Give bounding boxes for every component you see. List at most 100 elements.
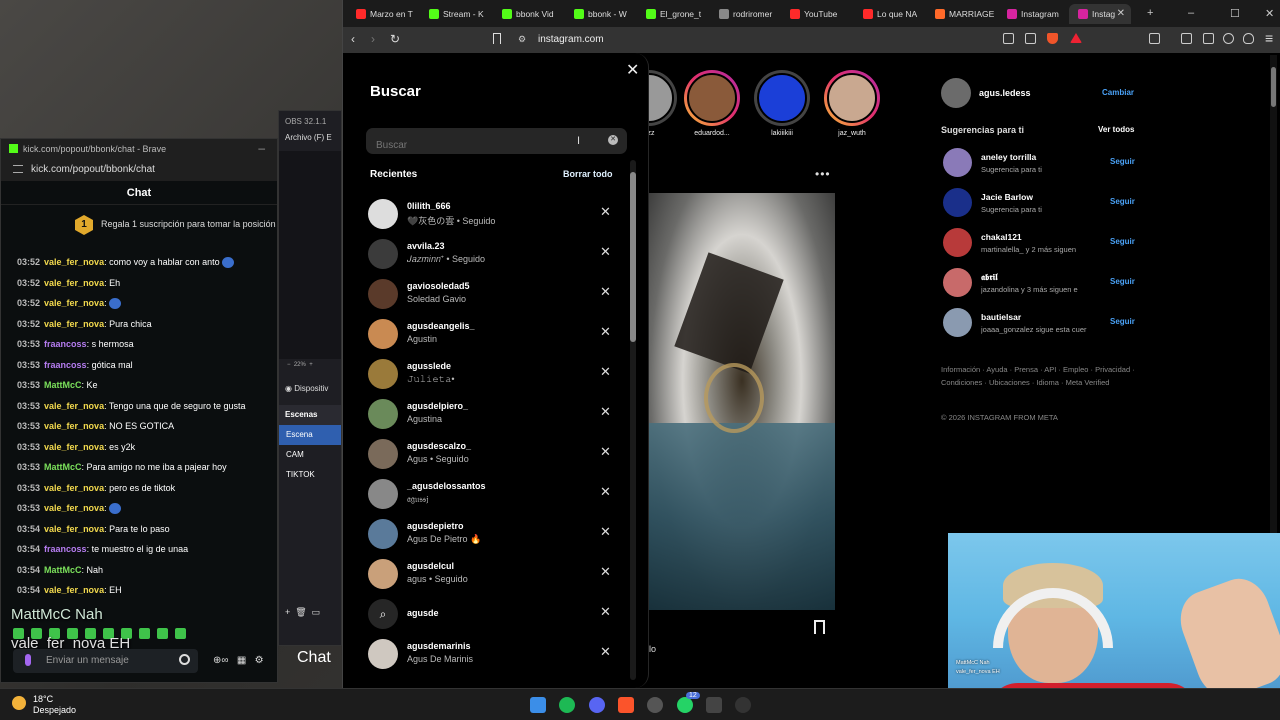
message-username[interactable]: vale_fer_nova [44,524,104,534]
follow-button[interactable]: Seguir [1110,317,1135,326]
see-all-link[interactable]: Ver todos [1098,125,1134,134]
address-bar[interactable]: instagram.com [538,34,604,45]
avatar[interactable] [943,268,972,297]
remove-recent-icon[interactable]: ✕ [600,484,611,500]
wallet-icon[interactable] [1203,33,1214,44]
message-username[interactable]: vale_fer_nova [44,298,104,308]
save-post-icon[interactable] [814,620,825,634]
message-username[interactable]: vale_fer_nova [44,319,104,329]
forward-icon[interactable]: › [371,32,375,46]
follow-button[interactable]: Seguir [1110,237,1135,246]
obs-menu[interactable]: Archivo (F) E [279,126,341,142]
close-icon[interactable]: ✕ [626,60,639,80]
message-username[interactable]: MattMcC [44,462,82,472]
sub-gift-banner[interactable]: 1 Regala 1 suscripción para tomar la pos… [1,205,283,245]
sidebar-icon[interactable] [1149,33,1160,44]
close-tab-icon[interactable]: ✕ [1117,8,1125,19]
search-input[interactable] [366,128,627,154]
message-username[interactable]: vale_fer_nova [44,421,104,431]
browser-tab[interactable]: MARRIAGE [926,4,996,24]
message-username[interactable]: vale_fer_nova [44,278,104,288]
message-username[interactable]: fraancoss [44,360,87,370]
message-username[interactable]: fraancoss [44,339,87,349]
suggestion-name[interactable]: bautielsar [981,312,1021,322]
recent-account[interactable]: _agusdelossantos 𝔞𝔤𝔲𝔰𝔰𝔧 ✕ [368,476,618,516]
recent-account[interactable]: agusdelcul agus • Seguido ✕ [368,556,618,596]
minimize-icon[interactable]: – [258,141,265,155]
chat-tools[interactable]: ⊕∞ ▦ ⚙ [213,655,264,666]
chat-message-input[interactable]: Enviar un mensaje [13,649,198,673]
reload-icon[interactable]: ↻ [390,32,400,46]
post-image[interactable] [649,193,835,610]
remove-recent-icon[interactable]: ✕ [600,644,611,660]
follow-button[interactable]: Seguir [1110,157,1135,166]
recent-account[interactable]: gaviosoledad5 Soledad Gavio ✕ [368,276,618,316]
browser-tab[interactable]: El_grone_t [637,4,707,24]
recent-account[interactable]: agusdemarinis Agus De Marinis ✕ [368,636,618,676]
remove-recent-icon[interactable]: ✕ [600,524,611,540]
site-settings-icon[interactable] [13,165,23,173]
follow-button[interactable]: Seguir [1110,277,1135,286]
browser-tab[interactable]: Instag ✕ [1069,4,1131,24]
switch-account-link[interactable]: Cambiar [1102,88,1134,97]
brave-icon[interactable] [618,697,634,713]
send-chat-button[interactable]: Chat [297,649,331,667]
discord-icon[interactable] [589,697,605,713]
start-icon[interactable] [530,697,546,713]
suggestion-item[interactable]: bautielsar joaaa_gonzalez sigue esta cuer… [943,307,1143,343]
browser-tab[interactable]: Stream - K [420,4,490,24]
avatar[interactable] [941,78,971,108]
message-username[interactable]: vale_fer_nova [44,401,104,411]
avatar[interactable] [943,308,972,337]
back-icon[interactable]: ‹ [351,32,355,46]
remove-recent-icon[interactable]: ✕ [600,204,611,220]
recent-account[interactable]: agusdescalzo_ Agus • Seguido ✕ [368,436,618,476]
remove-recent-icon[interactable]: ✕ [600,284,611,300]
app-icon[interactable] [706,697,722,713]
spotify-icon[interactable] [559,697,575,713]
vpn-icon[interactable] [1243,33,1254,44]
post-options-icon[interactable]: ••• [815,167,831,181]
extensions-icon[interactable] [1181,33,1192,44]
message-username[interactable]: vale_fer_nova [44,503,104,513]
message-username[interactable]: MattMcC [44,565,82,575]
suggestion-name[interactable]: aneley torrilla [981,152,1036,162]
obs-scene-controls[interactable]: + 🗑 ▭ [285,607,320,618]
suggestion-name[interactable]: Jacie Barlow [981,192,1033,202]
message-username[interactable]: fraancoss [44,544,87,554]
recent-account[interactable]: 0lilith_666 🖤灰色の雲 • Seguido ✕ [368,196,618,236]
remove-recent-icon[interactable]: ✕ [600,404,611,420]
whatsapp-icon[interactable] [677,697,693,713]
suggestion-name[interactable]: chakal121 [981,232,1022,242]
remove-recent-icon[interactable]: ✕ [600,244,611,260]
kick-url-bar[interactable]: kick.com/popout/bbonk/chat [1,159,277,181]
recent-account[interactable]: agusdeangelis_ Agustin ✕ [368,316,618,356]
story-item[interactable]: eduardod... [682,70,742,137]
current-user[interactable]: agus.ledess [979,88,1031,98]
message-username[interactable]: vale_fer_nova [44,442,104,452]
message-username[interactable]: vale_fer_nova [44,585,104,595]
recent-account[interactable]: agusdelpiero_ Agustina ✕ [368,396,618,436]
suggestion-name[interactable]: 𝖆𝖇𝖗𝖎𝖑 [981,272,998,283]
remove-recent-icon[interactable]: ✕ [600,364,611,380]
browser-tab[interactable]: bbonk - W [565,4,635,24]
clear-search-icon[interactable]: ✕ [608,135,618,145]
suggestion-item[interactable]: chakal121 martinalella_ y 2 más siguen Seg… [943,227,1143,263]
suggestion-item[interactable]: 𝖆𝖇𝖗𝖎𝖑 jazandolina y 3 más siguen e Seguir [943,267,1143,303]
menu-icon[interactable]: ≡ [1265,30,1273,46]
close-window-icon[interactable]: ✕ [1265,7,1274,20]
recents-scrollbar[interactable] [630,160,636,680]
footer-links[interactable]: Información · Ayuda · Prensa · API · Emp… [941,363,1141,389]
remove-recent-icon[interactable]: ✕ [600,324,611,340]
remove-recent-icon[interactable]: ✕ [600,604,611,620]
browser-tab[interactable]: Marzo en T [347,4,417,24]
obs-scene-tiktok[interactable]: TIKTOK [279,465,341,485]
obs-scene-cam[interactable]: CAM [279,445,341,465]
follow-button[interactable]: Seguir [1110,197,1135,206]
suggestion-item[interactable]: Jacie Barlow Sugerencia para ti Seguir [943,187,1143,223]
avatar[interactable] [943,148,972,177]
emoji-icon[interactable] [179,654,190,665]
share-icon[interactable] [1025,33,1036,44]
obs-scene-escena[interactable]: Escena [279,425,341,445]
brave-rewards-icon[interactable] [1070,33,1082,43]
